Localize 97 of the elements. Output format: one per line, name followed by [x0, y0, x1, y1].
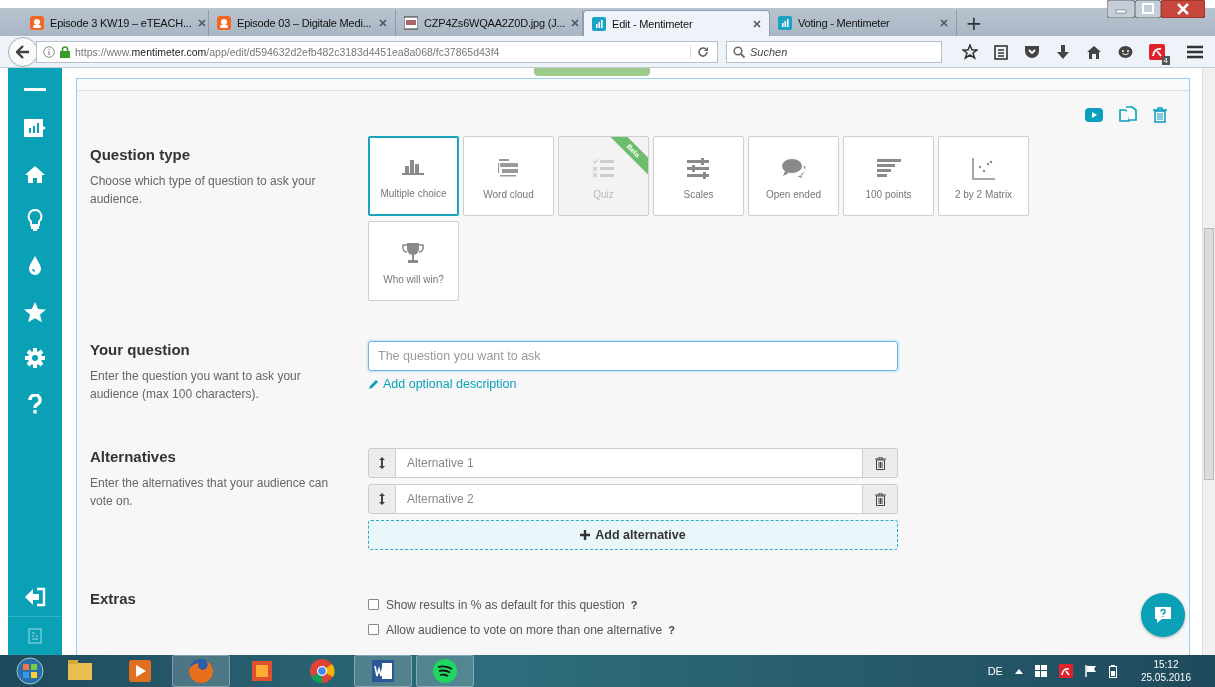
help-mark[interactable]: ? — [668, 623, 675, 636]
search-field[interactable]: Suchen — [726, 40, 942, 63]
duplicate-icon[interactable] — [1119, 106, 1137, 124]
new-tab-button[interactable]: + — [957, 10, 991, 36]
help-mark[interactable]: ? — [630, 598, 638, 611]
help-icon[interactable] — [28, 394, 42, 414]
speech-bubble-icon — [1152, 604, 1174, 626]
trophy-icon — [401, 243, 426, 265]
close-icon[interactable] — [571, 19, 580, 27]
close-icon[interactable] — [379, 19, 387, 27]
section-title: Your question — [90, 341, 191, 358]
back-button[interactable] — [8, 36, 38, 67]
checkbox[interactable] — [368, 599, 379, 610]
speech-bubbles-icon — [781, 158, 806, 180]
section-description: Choose which type of question to ask your audience. — [90, 173, 317, 208]
up-down-arrow-icon — [379, 493, 385, 505]
present-icon[interactable] — [1085, 108, 1103, 122]
lock-icon — [60, 45, 70, 58]
question-type-tile[interactable]: Word cloud — [463, 136, 554, 216]
pocket-icon[interactable] — [1024, 44, 1040, 59]
chart-icon — [592, 16, 606, 31]
chart-icon — [778, 16, 792, 30]
delete-alternative-button[interactable] — [862, 448, 898, 478]
drag-handle[interactable] — [368, 448, 396, 478]
up-down-arrow-icon — [379, 457, 385, 469]
delete-icon[interactable] — [1153, 107, 1167, 123]
scrollbar-thumb[interactable] — [1204, 228, 1214, 480]
settings-icon[interactable] — [25, 348, 45, 368]
scatter-plot-icon — [971, 158, 996, 180]
restore-button[interactable] — [1135, 0, 1161, 18]
question-type-tile[interactable]: 100 points — [843, 136, 934, 216]
minimize-button[interactable] — [1107, 0, 1135, 18]
browser-tab[interactable]: Edit - Mentimeter — [583, 10, 770, 36]
badge: 4 — [1161, 55, 1170, 65]
info-icon[interactable] — [43, 45, 55, 58]
sliders-icon — [686, 158, 711, 180]
menu-icon[interactable] — [1187, 44, 1203, 59]
smiley-icon[interactable] — [1118, 44, 1133, 59]
section-description: Enter the alternatives that your audience can vote on. — [90, 475, 330, 510]
battery-icon[interactable] — [1108, 664, 1117, 678]
question-type-tile[interactable]: 2 by 2 Matrix — [938, 136, 1029, 216]
download-icon[interactable] — [1056, 43, 1070, 60]
scrollbar[interactable] — [1202, 68, 1215, 655]
question-type-tile[interactable]: Open ended — [748, 136, 839, 216]
antivirus-icon[interactable] — [1058, 664, 1073, 678]
pencil-icon — [368, 378, 379, 390]
chart-icon[interactable] — [24, 119, 46, 137]
delete-alternative-button[interactable] — [862, 484, 898, 514]
action-center-flag-icon[interactable] — [1084, 665, 1097, 677]
close-button[interactable] — [1161, 0, 1205, 18]
site-icon — [30, 16, 44, 30]
clock-time[interactable]: 15:12 — [1153, 658, 1179, 671]
close-icon[interactable] — [197, 19, 206, 27]
search-icon — [733, 45, 745, 58]
drop-icon[interactable] — [28, 256, 42, 276]
tray-arrow-icon[interactable] — [1014, 668, 1023, 674]
spotify-icon[interactable] — [430, 656, 460, 686]
drag-handle[interactable] — [368, 484, 396, 514]
reload-icon[interactable] — [690, 45, 709, 58]
checkbox-label: Show results in % as default for this question — [386, 597, 625, 612]
logout-icon[interactable] — [24, 587, 46, 607]
address-bar[interactable]: https://www.mentimeter.com/app/edit/d594632d2efb482c3183d4451ea8a068/fc37865d43f4 — [36, 40, 718, 63]
alternative-input-field[interactable]: Alternative 1 — [396, 448, 862, 478]
chrome-icon[interactable] — [307, 656, 337, 686]
question-input-field[interactable]: The question you want to ask — [368, 341, 898, 371]
trash-icon — [874, 492, 886, 506]
image-icon — [404, 16, 418, 30]
reading-list-icon[interactable] — [994, 43, 1008, 60]
section-title: Alternatives — [90, 448, 177, 465]
close-icon[interactable] — [753, 19, 761, 28]
question-type-tile[interactable]: Who will win? — [368, 221, 459, 301]
clock-date[interactable]: 25.05.2016 — [1140, 671, 1191, 684]
section-description: Enter the question you want to ask your audience (max 100 characters). — [90, 368, 302, 403]
close-icon[interactable] — [940, 19, 948, 27]
windows-flag-icon[interactable] — [1034, 665, 1047, 677]
checklist-icon — [591, 158, 616, 180]
bookmark-star-icon[interactable] — [962, 43, 978, 60]
lightbulb-icon[interactable] — [27, 209, 43, 231]
firefox-icon[interactable] — [186, 656, 216, 686]
checkbox[interactable] — [368, 624, 379, 635]
star-icon[interactable] — [24, 301, 46, 323]
site-icon — [217, 16, 231, 30]
language-indicator[interactable]: DE — [987, 665, 1003, 677]
section-title: Extras — [90, 590, 137, 607]
plus-icon — [580, 530, 591, 540]
checkbox-label: Allow audience to vote on more than one alternative — [386, 622, 663, 637]
home-icon[interactable] — [1086, 44, 1102, 59]
horizontal-bars-icon — [876, 158, 901, 180]
section-title: Question type — [90, 146, 191, 163]
url-text: https://www.mentimeter.com/app/edit/d594632d2efb482c3183d4451ea8a068/fc37865d43f4 — [75, 45, 501, 58]
question-type-tile[interactable]: Scales — [653, 136, 744, 216]
alternative-input-field[interactable]: Alternative 2 — [396, 484, 862, 514]
addon-icon[interactable] — [1149, 43, 1165, 60]
back-arrow-icon — [16, 44, 30, 59]
question-type-tile[interactable]: Multiple choice — [368, 136, 459, 216]
add-alternative-button[interactable]: Add alternative — [368, 520, 898, 550]
trash-icon — [874, 456, 886, 470]
